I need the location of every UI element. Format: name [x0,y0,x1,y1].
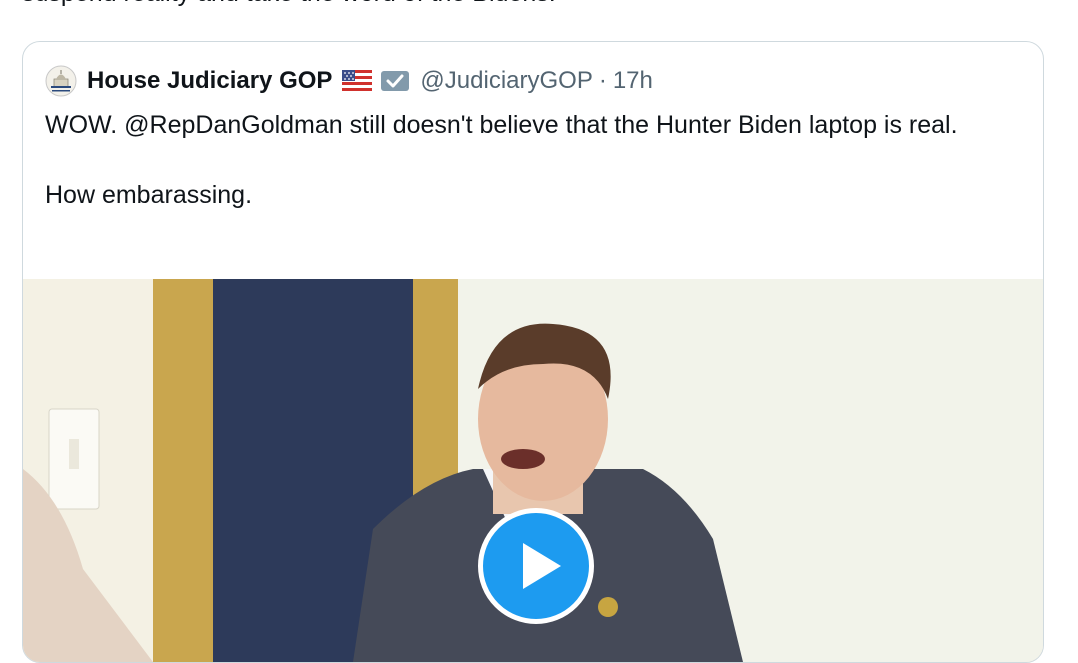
previous-tweet-text: suspend reality and take the word of the… [22,0,556,8]
quoted-tweet-card[interactable]: House Judiciary GOP @JudiciaryGOP · 17h … [22,41,1044,663]
header-separator: · [598,67,607,94]
us-flag-icon [342,70,373,92]
quoted-author-name[interactable]: House Judiciary GOP [87,67,332,95]
tweet-text-line: How embarassing. [45,181,253,209]
tweet-timestamp[interactable]: 17h [613,67,653,95]
house-judiciary-seal-icon[interactable] [45,65,77,97]
play-button[interactable] [478,508,594,624]
quoted-tweet-header: House Judiciary GOP @JudiciaryGOP · 17h [45,64,653,98]
video-thumbnail[interactable] [23,279,1043,662]
tweet-text-line: WOW. @RepDanGoldman still doesn't believ… [45,111,958,139]
quoted-tweet-text: WOW. @RepDanGoldman still doesn't believ… [45,108,1005,213]
play-icon [523,543,561,589]
quoted-author-handle[interactable]: @JudiciaryGOP [420,67,592,95]
government-badge-icon [381,71,410,91]
